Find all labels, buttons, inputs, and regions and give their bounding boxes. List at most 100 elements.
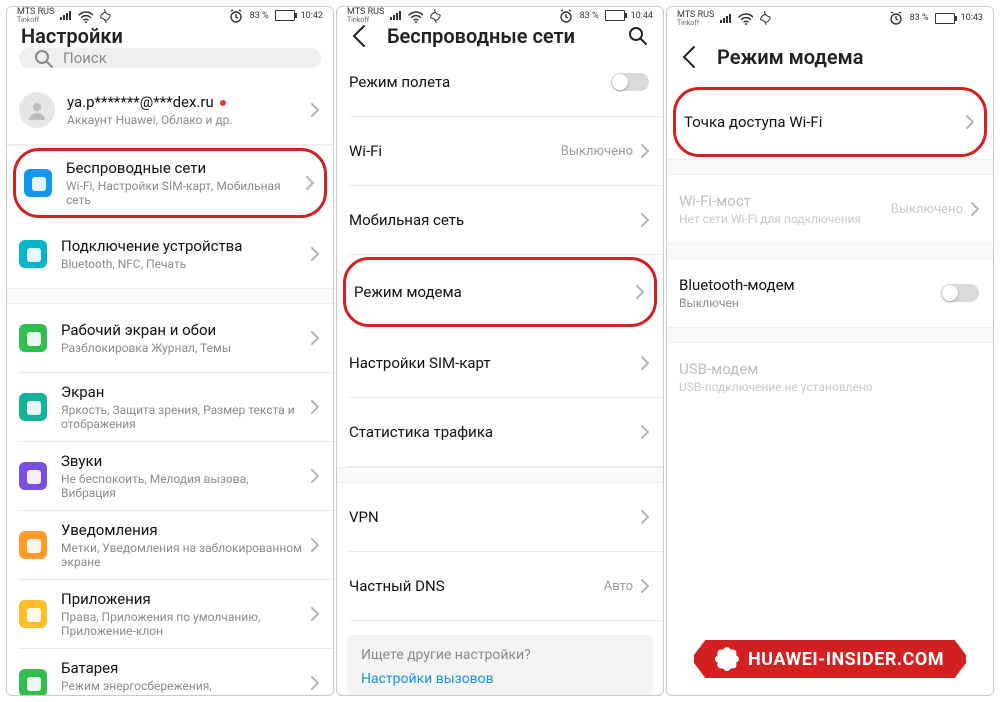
item-sub: Bluetooth, NFC, Печать	[61, 257, 303, 271]
tether-item[interactable]: Точка доступа Wi-Fi	[673, 87, 987, 157]
item-label: Wi-Fi-мост	[679, 192, 891, 210]
item-label: Режим полета	[349, 73, 611, 91]
header: Настройки	[7, 24, 333, 48]
item-sub: Не беспокоить, Мелодия вызова, Вибрация	[61, 472, 303, 500]
header: Режим модема	[667, 29, 993, 85]
status-bar: MTS RUSTinkoff 83 % 10:44	[337, 7, 663, 24]
chevron-right-icon	[641, 213, 649, 227]
status-bar: MTS RUSTinkoff 83 % 10:43	[667, 7, 993, 29]
item-label: Экран	[61, 383, 303, 401]
wireless-item[interactable]: VPN	[337, 483, 663, 551]
settings-item-wallpaper[interactable]: Рабочий экран и обоиРазблокировка Журнал…	[7, 304, 333, 372]
battery-percent: 83 %	[580, 11, 599, 21]
item-label: Статистика трафика	[349, 423, 633, 441]
wireless-item[interactable]: Режим модема	[343, 257, 657, 327]
settings-item-bell[interactable]: Уведомления Метки, Уведомления на заблоки…	[7, 511, 333, 579]
settings-item-battery[interactable]: БатареяРежим энергосбережения, Использов…	[7, 649, 333, 696]
search-input[interactable]: Поиск	[19, 48, 321, 68]
tether-item: Wi-Fi-мост Нет сети Wi-Fi для подключения…	[667, 175, 993, 243]
wifi-status-icon	[77, 9, 93, 23]
search-icon	[33, 48, 53, 68]
battery-percent: 83 %	[250, 11, 269, 21]
item-sub: Разблокировка Журнал, Темы	[61, 341, 303, 355]
wireless-item[interactable]: Статистика трафика	[337, 398, 663, 466]
screen-settings-root: MTS RUS Tinkoff 83 % 10:42 Настройки Пои…	[6, 6, 334, 696]
item-sub: Выключен	[679, 296, 941, 310]
item-value: Авто	[604, 579, 633, 594]
settings-item-devices[interactable]: Подключение устройстваBluetooth, NFC, Пе…	[7, 220, 333, 288]
item-label: Звуки	[61, 452, 303, 470]
chevron-right-icon	[311, 607, 319, 621]
chevron-right-icon	[641, 510, 649, 524]
chevron-right-icon	[971, 202, 979, 216]
item-sub: Wi-Fi, Настройки SIM-карт, Мобильная сет…	[66, 179, 298, 207]
chevron-right-icon	[311, 103, 319, 117]
item-value: Выключено	[561, 144, 633, 159]
account-row[interactable]: ya.p*******@***dex.ru Аккаунт Huawei, Об…	[7, 76, 333, 144]
signal-icon	[720, 14, 731, 23]
wifi-icon	[24, 169, 52, 197]
nfc-icon	[99, 9, 113, 23]
item-label: Режим модема	[354, 283, 628, 301]
clock: 10:44	[631, 11, 653, 21]
page-title: Режим модема	[717, 45, 863, 69]
item-sub: Права, Приложения по умолчанию, Приложен…	[61, 610, 303, 638]
wallpaper-icon	[19, 324, 47, 352]
carrier-label: MTS RUSTinkoff	[347, 7, 384, 24]
item-sub: Яркость, Защита зрения, Размер текста и …	[61, 403, 303, 431]
item-label: Частный DNS	[349, 577, 604, 595]
item-sub: Нет сети Wi-Fi для подключения	[679, 212, 891, 226]
toggle[interactable]	[611, 73, 649, 91]
clock: 10:42	[301, 11, 323, 21]
huawei-logo-icon	[716, 648, 738, 670]
page-title: Беспроводные сети	[387, 24, 575, 48]
search-button[interactable]	[627, 25, 649, 47]
status-bar: MTS RUS Tinkoff 83 % 10:42	[7, 7, 333, 24]
tethering-list: Точка доступа Wi-Fi Wi-Fi-мост Нет сети Wi…	[667, 85, 993, 411]
tether-item[interactable]: Bluetooth-модем Выключен	[667, 259, 993, 327]
item-label: Настройки SIM-карт	[349, 354, 633, 372]
wireless-item[interactable]: Настройки SIM-карт	[337, 329, 663, 397]
screen-tethering: MTS RUSTinkoff 83 % 10:43 Режим модема Т…	[666, 6, 994, 696]
item-label: Bluetooth-модем	[679, 276, 941, 294]
chevron-right-icon	[311, 538, 319, 552]
hint-question: Ищете другие настройки?	[361, 647, 639, 663]
battery-icon	[935, 13, 955, 24]
apps-icon	[19, 600, 47, 628]
wireless-item[interactable]: Частный DNSАвто	[337, 552, 663, 620]
settings-item-wifi[interactable]: Беспроводные сетиWi-Fi, Настройки SIM-ка…	[13, 148, 327, 218]
wireless-list: Режим полета Wi-FiВыключеноМобильная сеть…	[337, 48, 663, 621]
settings-item-sound[interactable]: Звуки Не беспокоить, Мелодия вызова, Вибр…	[7, 442, 333, 510]
item-value: Выключено	[891, 202, 963, 217]
call-settings-link[interactable]: Настройки вызовов	[361, 671, 639, 687]
hint-panel: Ищете другие настройки? Настройки вызово…	[347, 635, 653, 696]
item-label: Приложения	[61, 590, 303, 608]
notification-dot	[220, 100, 226, 106]
settings-item-apps[interactable]: Приложения Права, Приложения по умолчанию…	[7, 580, 333, 648]
wireless-item[interactable]: Мобильная сеть	[337, 186, 663, 254]
chevron-right-icon	[641, 425, 649, 439]
carrier-label: MTS RUSTinkoff	[677, 10, 714, 27]
wifi-status-icon	[407, 9, 423, 23]
chevron-right-icon	[641, 356, 649, 370]
alarm-icon	[558, 8, 574, 24]
back-button[interactable]	[351, 24, 369, 48]
back-button[interactable]	[681, 45, 699, 69]
item-label: Уведомления	[61, 521, 303, 539]
devices-icon	[19, 240, 47, 268]
chevron-right-icon	[306, 176, 314, 190]
header: Беспроводные сети	[337, 24, 663, 48]
battery-percent: 83 %	[910, 13, 929, 23]
item-sub: Метки, Уведомления на заблокированном эк…	[61, 541, 303, 569]
bell-icon	[19, 531, 47, 559]
wireless-item[interactable]: Wi-FiВыключено	[337, 117, 663, 185]
settings-item-display[interactable]: Экран Яркость, Защита зрения, Размер текс…	[7, 373, 333, 441]
sound-icon	[19, 462, 47, 490]
chevron-right-icon	[311, 247, 319, 261]
wireless-item[interactable]: Режим полета	[337, 48, 663, 116]
toggle[interactable]	[941, 284, 979, 302]
chevron-right-icon	[311, 331, 319, 345]
tether-item: USB-модемUSB-подключение не установлено	[667, 343, 993, 411]
carrier-label: MTS RUS Tinkoff	[17, 7, 54, 24]
wifi-status-icon	[737, 11, 753, 25]
